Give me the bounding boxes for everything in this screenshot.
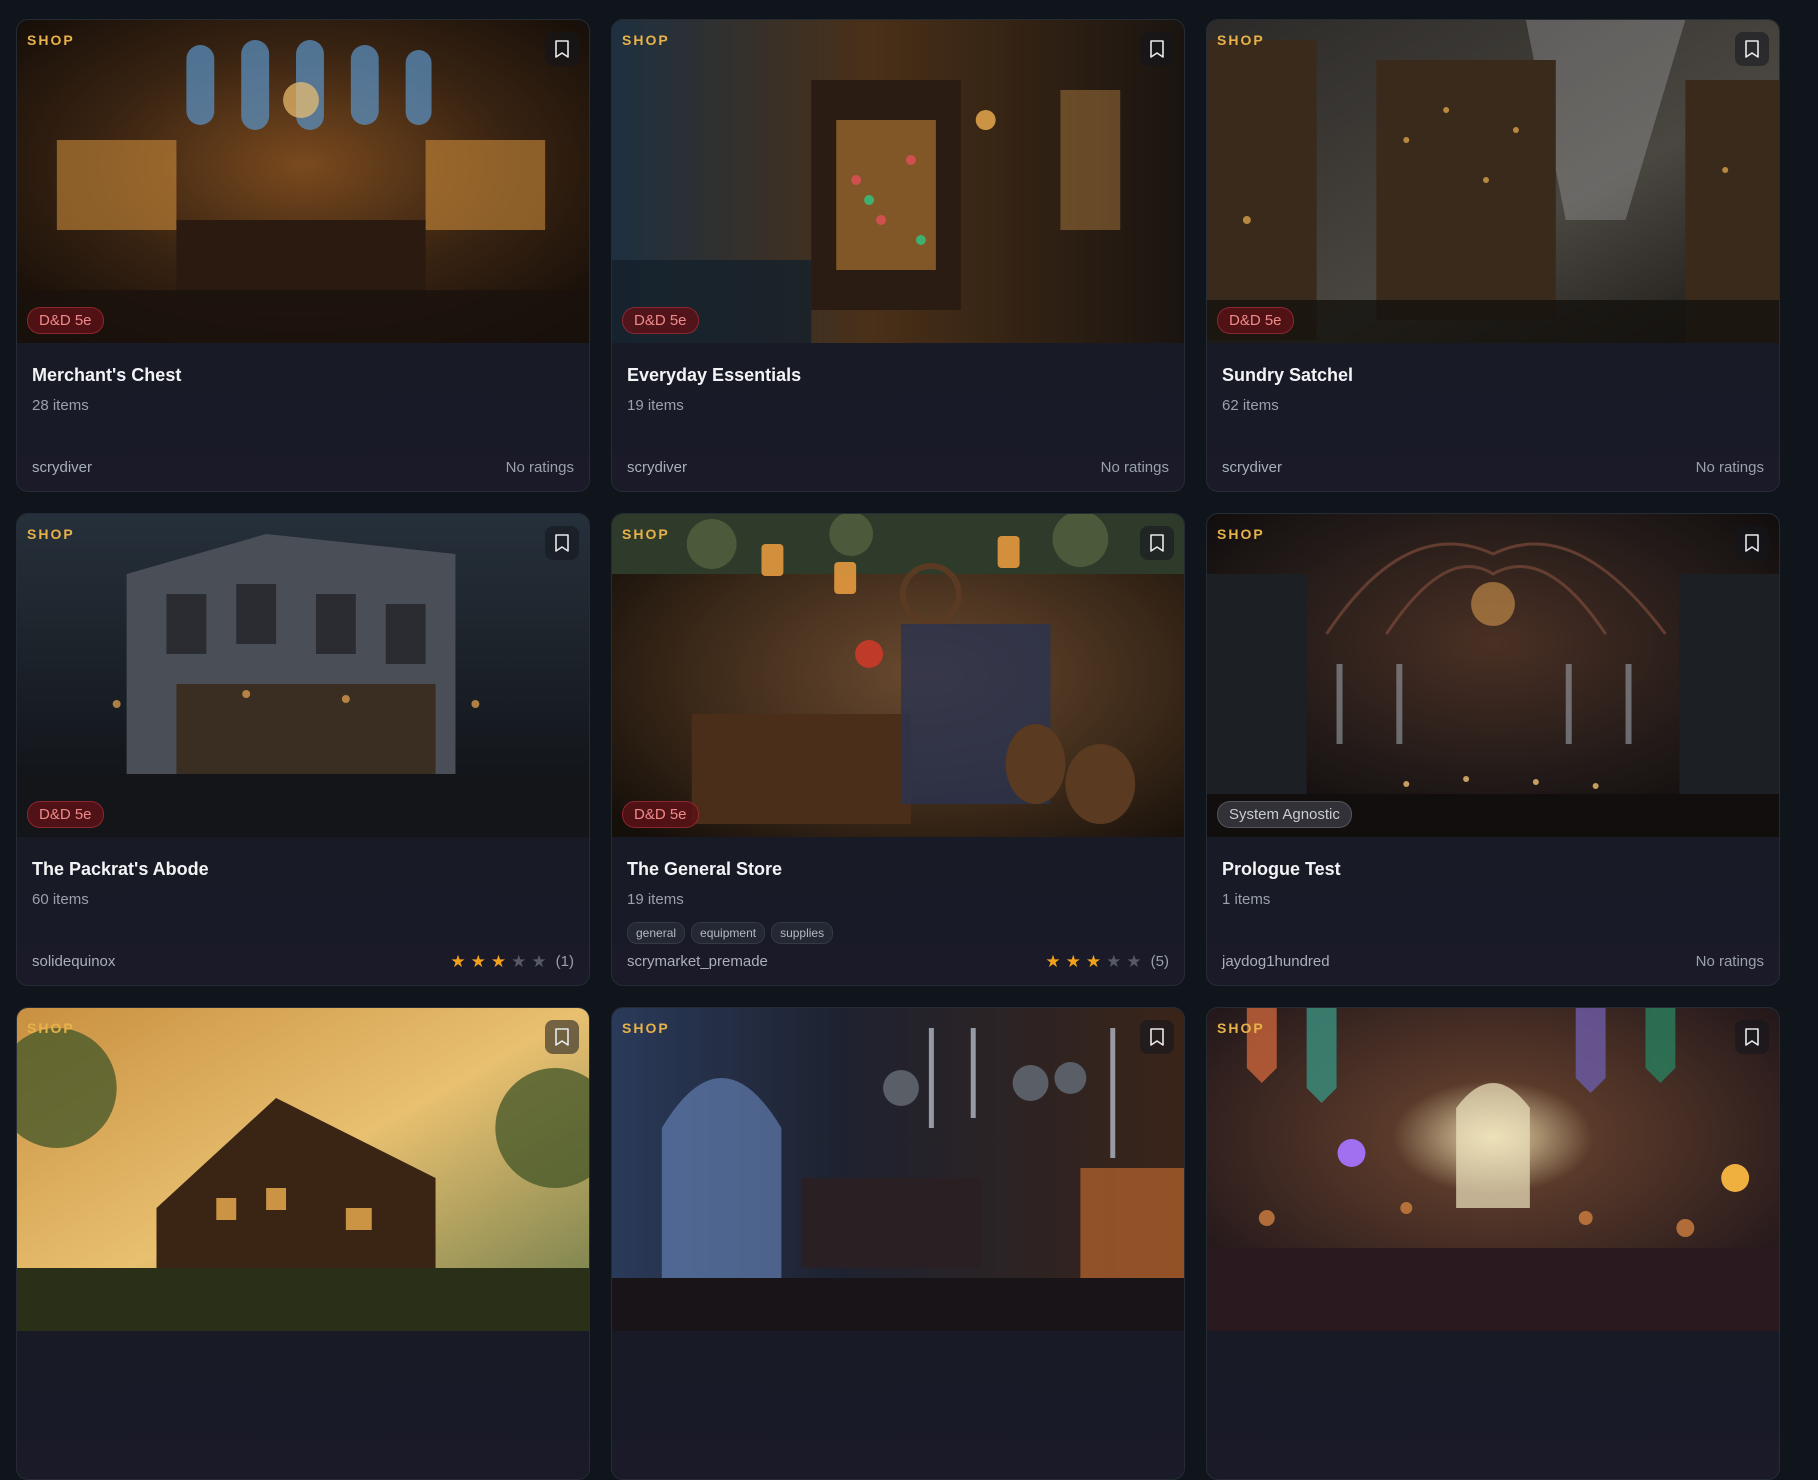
shop-image[interactable] (1207, 514, 1779, 837)
bookmark-icon (555, 534, 569, 552)
shop-type-label: SHOP (27, 32, 75, 48)
shop-card[interactable]: SHOP D&D 5e The General Store 19 items g… (611, 513, 1185, 986)
shop-type-label: SHOP (622, 1020, 670, 1036)
author-name[interactable]: jaydog1hundred (1222, 953, 1330, 970)
rating: No ratings (506, 459, 574, 476)
bookmark-button[interactable] (1735, 526, 1769, 560)
bookmark-icon (1745, 40, 1759, 58)
shop-title[interactable]: Prologue Test (1222, 859, 1341, 880)
shop-type-label: SHOP (1217, 32, 1265, 48)
bookmark-icon (1150, 40, 1164, 58)
shop-type-label: SHOP (27, 1020, 75, 1036)
item-count: 60 items (32, 891, 89, 908)
rating: No ratings (1101, 459, 1169, 476)
shop-card[interactable]: SHOP D&D 5e Everyday Essentials 19 items… (611, 19, 1185, 492)
bookmark-icon (555, 40, 569, 58)
shop-type-label: SHOP (27, 526, 75, 542)
star-icon: ★ (490, 952, 507, 971)
star-icon: ★ (1106, 952, 1122, 971)
bookmark-button[interactable] (1140, 526, 1174, 560)
shop-image[interactable] (1207, 1008, 1779, 1331)
shop-title[interactable]: The General Store (627, 859, 782, 880)
shop-image[interactable] (17, 20, 589, 343)
bookmark-button[interactable] (1140, 1020, 1174, 1054)
item-count: 62 items (1222, 397, 1279, 414)
tag[interactable]: supplies (771, 922, 834, 944)
system-badge: D&D 5e (27, 801, 104, 828)
shop-grid: SHOP D&D 5e Merchant's Chest 28 items sc… (16, 19, 1780, 1480)
author-name[interactable]: scrydiver (1222, 459, 1282, 476)
author-name[interactable]: scrydiver (32, 459, 92, 476)
item-count: 1 items (1222, 891, 1271, 908)
star-icon: ★ (531, 952, 547, 971)
shop-title[interactable]: Merchant's Chest (32, 365, 181, 386)
bookmark-icon (1150, 534, 1164, 552)
rating-text: No ratings (1695, 459, 1764, 476)
shop-image[interactable] (612, 514, 1184, 837)
system-badge: D&D 5e (622, 307, 699, 334)
star-icon: ★ (470, 952, 486, 971)
author-name[interactable]: solidequinox (32, 953, 115, 970)
shop-title[interactable]: Sundry Satchel (1222, 365, 1353, 386)
shop-title[interactable]: The Packrat's Abode (32, 859, 209, 880)
bookmark-button[interactable] (545, 1020, 579, 1054)
tag[interactable]: equipment (691, 922, 766, 944)
system-badge: D&D 5e (1217, 307, 1294, 334)
rating-count: (5) (1150, 953, 1169, 970)
rating-text: No ratings (1100, 459, 1169, 476)
shop-image[interactable] (17, 514, 589, 837)
shop-image[interactable] (1207, 20, 1779, 343)
shop-image[interactable] (612, 1008, 1184, 1331)
star-icon: ★ (1065, 952, 1081, 971)
system-badge: System Agnostic (1217, 801, 1352, 828)
author-name[interactable]: scrymarket_premade (627, 953, 768, 970)
item-count: 19 items (627, 397, 684, 414)
shop-type-label: SHOP (1217, 1020, 1265, 1036)
rating-count: (1) (555, 953, 574, 970)
star-icon: ★ (450, 952, 466, 971)
shop-image[interactable] (17, 1008, 589, 1331)
shop-card[interactable]: SHOP System Agnostic Prologue Test 1 ite… (1206, 513, 1780, 986)
rating-text: No ratings (1695, 953, 1764, 970)
bookmark-icon (1150, 1028, 1164, 1046)
shop-card[interactable]: SHOP (16, 1007, 590, 1480)
shop-image[interactable] (612, 20, 1184, 343)
bookmark-button[interactable] (1140, 32, 1174, 66)
bookmark-button[interactable] (545, 526, 579, 560)
item-count: 28 items (32, 397, 89, 414)
shop-title[interactable]: Everyday Essentials (627, 365, 801, 386)
tag[interactable]: general (627, 922, 686, 944)
shop-type-label: SHOP (622, 526, 670, 542)
bookmark-button[interactable] (1735, 1020, 1769, 1054)
shop-card[interactable]: SHOP (611, 1007, 1185, 1480)
shop-type-label: SHOP (1217, 526, 1265, 542)
bookmark-icon (555, 1028, 569, 1046)
system-badge: D&D 5e (622, 801, 699, 828)
author-name[interactable]: scrydiver (627, 459, 687, 476)
star-icon: ★ (1045, 952, 1061, 971)
rating: ★ ★ ★ ★ ★ (1) (450, 953, 574, 970)
item-count: 19 items (627, 891, 684, 908)
shop-card[interactable]: SHOP D&D 5e Merchant's Chest 28 items sc… (16, 19, 590, 492)
bookmark-button[interactable] (1735, 32, 1769, 66)
system-badge: D&D 5e (27, 307, 104, 334)
rating: ★ ★ ★ ★ ★ (5) (1045, 953, 1169, 970)
bookmark-icon (1745, 1028, 1759, 1046)
rating-text: No ratings (505, 459, 574, 476)
bookmark-icon (1745, 534, 1759, 552)
shop-type-label: SHOP (622, 32, 670, 48)
star-icon: ★ (1126, 952, 1142, 971)
shop-card[interactable]: SHOP D&D 5e Sundry Satchel 62 items scry… (1206, 19, 1780, 492)
bookmark-button[interactable] (545, 32, 579, 66)
rating: No ratings (1696, 459, 1764, 476)
tag-list: general equipment supplies (627, 922, 834, 944)
star-icon: ★ (1085, 952, 1102, 971)
star-icon: ★ (511, 952, 527, 971)
shop-card[interactable]: SHOP (1206, 1007, 1780, 1480)
shop-card[interactable]: SHOP D&D 5e The Packrat's Abode 60 items… (16, 513, 590, 986)
rating: No ratings (1696, 953, 1764, 970)
